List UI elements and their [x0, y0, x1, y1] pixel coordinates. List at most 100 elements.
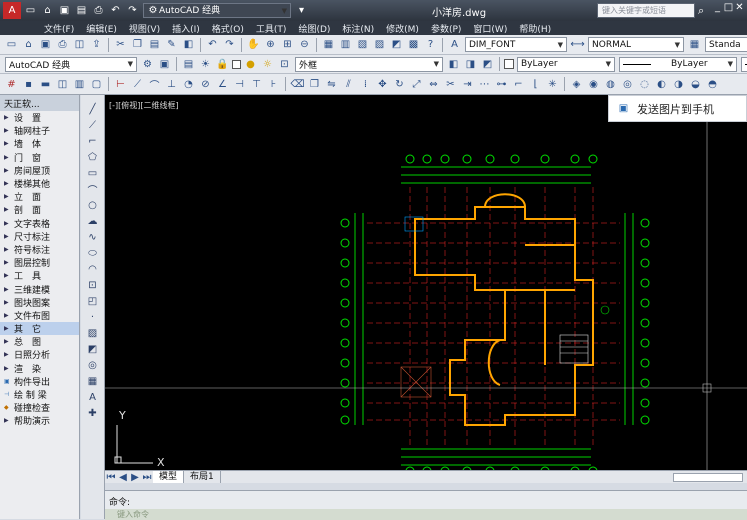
array-icon[interactable]: ⁞: [358, 77, 373, 92]
sheet-set-icon[interactable]: ▨: [372, 37, 387, 52]
close-icon[interactable]: ✕: [734, 2, 745, 17]
hatch-icon[interactable]: ▨: [85, 325, 100, 341]
workspace-save-icon[interactable]: ▣: [157, 57, 172, 72]
insert-block-icon[interactable]: ⊡: [85, 277, 100, 293]
preview-icon[interactable]: ◫: [72, 37, 87, 52]
panel-item-elevation[interactable]: ▶ 立 面: [0, 190, 79, 203]
panel-item-draw-beam[interactable]: ⊣ 绘 制 梁: [0, 388, 79, 401]
copy-object-icon[interactable]: ❐: [307, 77, 322, 92]
explode-icon[interactable]: ✳: [545, 77, 560, 92]
calculator-icon[interactable]: ▩: [406, 37, 421, 52]
app-logo-icon[interactable]: A: [3, 2, 21, 19]
panel-item-room-roof[interactable]: ▶ 房间屋顶: [0, 164, 79, 177]
paste-icon[interactable]: ▤: [147, 37, 162, 52]
save-as-icon[interactable]: ▤: [74, 3, 89, 18]
help-icon[interactable]: ?: [423, 37, 438, 52]
search-input[interactable]: 键入关键字或短语: [597, 3, 695, 18]
point-icon[interactable]: ·: [85, 309, 100, 325]
panel-item-stairs[interactable]: ▶ 楼梯其他: [0, 177, 79, 190]
copy-icon[interactable]: ❐: [130, 37, 145, 52]
dimension-arc-icon[interactable]: ⌒: [147, 77, 162, 92]
redo-icon[interactable]: ↷: [125, 3, 140, 18]
chamfer-icon[interactable]: ⌐: [511, 77, 526, 92]
wall-icon[interactable]: ▬: [38, 77, 53, 92]
text-style-dropdown[interactable]: DIM_FONT ▼: [465, 37, 567, 52]
join-icon[interactable]: ⊶: [494, 77, 509, 92]
mirror-icon[interactable]: ⇋: [324, 77, 339, 92]
panel-item-block-pattern[interactable]: ▶ 图块图案: [0, 296, 79, 309]
undo-icon[interactable]: ↶: [108, 3, 123, 18]
layer-walk-icon[interactable]: ◉: [586, 77, 601, 92]
panel-item-file-layout[interactable]: ▶ 文件布图: [0, 309, 79, 322]
panel-item-collision-check[interactable]: ◆ 碰撞检查: [0, 401, 79, 414]
lock-icon[interactable]: ⊡: [277, 57, 292, 72]
menu-tools[interactable]: 工具(T): [256, 22, 287, 35]
layer-off-icon[interactable]: ◍: [603, 77, 618, 92]
zoom-previous-icon[interactable]: ⊖: [297, 37, 312, 52]
erase-icon[interactable]: ⌫: [290, 77, 305, 92]
panel-item-settings[interactable]: ▶ 设 置: [0, 111, 79, 124]
cut-icon[interactable]: ✂: [113, 37, 128, 52]
panel-item-text-table[interactable]: ▶ 文字表格: [0, 217, 79, 230]
tab-layout1[interactable]: 布局1: [184, 471, 221, 483]
move-icon[interactable]: ✥: [375, 77, 390, 92]
workspace-selector[interactable]: AutoCAD 经典 ▼: [5, 56, 137, 72]
construction-line-icon[interactable]: ⟋: [85, 117, 100, 133]
offset-icon[interactable]: ⫽: [341, 77, 356, 92]
fillet-icon[interactable]: ⌊: [528, 77, 543, 92]
panel-item-render[interactable]: ▶ 渲 染: [0, 362, 79, 375]
panel-item-other[interactable]: ▶ 其 它: [0, 322, 79, 336]
panel-item-layer-control[interactable]: ▶ 图层控制: [0, 256, 79, 269]
markup-icon[interactable]: ◩: [389, 37, 404, 52]
panel-item-help-demo[interactable]: ▶ 帮助演示: [0, 414, 79, 427]
layer-delete-icon[interactable]: ◑: [671, 77, 686, 92]
window-icon[interactable]: ▥: [72, 77, 87, 92]
maximize-icon[interactable]: □: [723, 2, 734, 17]
column-icon[interactable]: ▪: [21, 77, 36, 92]
print-icon[interactable]: ⎙: [55, 37, 70, 52]
panel-item-wall[interactable]: ▶ 墙 体: [0, 137, 79, 150]
layer-translate-icon[interactable]: ◒: [688, 77, 703, 92]
menu-format[interactable]: 格式(O): [212, 22, 244, 35]
make-block-icon[interactable]: ◰: [85, 293, 100, 309]
region-icon[interactable]: ◎: [85, 357, 100, 373]
more-icon[interactable]: ▾: [294, 3, 309, 18]
layer-manager-icon[interactable]: ▤: [181, 57, 196, 72]
menu-dimension[interactable]: 标注(N): [342, 22, 374, 35]
dim-style-dropdown[interactable]: NORMAL ▼: [588, 37, 684, 52]
panel-item-tools[interactable]: ▶ 工 具: [0, 269, 79, 282]
zoom-window-icon[interactable]: ⊞: [280, 37, 295, 52]
menu-window[interactable]: 窗口(W): [473, 22, 507, 35]
table-style-dropdown[interactable]: Standa: [705, 37, 747, 52]
layer-freeze-all-icon[interactable]: ◎: [620, 77, 635, 92]
layer-dropdown[interactable]: 外框 ▼: [295, 56, 443, 72]
sun-icon[interactable]: ☼: [260, 57, 275, 72]
color-dropdown[interactable]: ByLayer ▼: [517, 56, 615, 72]
workspace-settings-icon[interactable]: ⚙: [140, 57, 155, 72]
table-icon[interactable]: ▦: [85, 373, 100, 389]
lineweight-dropdown[interactable]: [741, 56, 747, 72]
mtext-icon[interactable]: A: [85, 389, 100, 405]
send-to-phone-popup[interactable]: ▣ 发送图片到手机: [608, 95, 747, 122]
properties-icon[interactable]: ▦: [321, 37, 336, 52]
polyline-icon[interactable]: ⌐: [85, 133, 100, 149]
layer-color-icon[interactable]: [232, 59, 241, 69]
scale-icon[interactable]: ⤢: [409, 77, 424, 92]
publish-icon[interactable]: ⇪: [89, 37, 104, 52]
save-icon[interactable]: ▣: [57, 3, 72, 18]
ellipse-arc-icon[interactable]: ◠: [85, 261, 100, 277]
rectangle-icon[interactable]: ▭: [85, 165, 100, 181]
command-input[interactable]: 键入命令: [105, 509, 747, 520]
next-tab-icon[interactable]: ▶: [130, 470, 140, 485]
ellipse-icon[interactable]: ⬭: [85, 245, 100, 261]
panel-item-3d-model[interactable]: ▶ 三维建模: [0, 282, 79, 296]
workspace-dropdown[interactable]: ⚙ AutoCAD 经典 ▼: [143, 3, 291, 18]
save-icon[interactable]: ▣: [38, 37, 53, 52]
rotate-icon[interactable]: ↻: [392, 77, 407, 92]
dimension-linear-icon[interactable]: ⊢: [113, 77, 128, 92]
dimension-ordinate-icon[interactable]: ⊥: [164, 77, 179, 92]
menu-view[interactable]: 视图(V): [129, 22, 160, 35]
menu-edit[interactable]: 编辑(E): [86, 22, 117, 35]
layer-match-icon[interactable]: ◨: [463, 57, 478, 72]
last-tab-icon[interactable]: ⏭: [142, 470, 152, 485]
